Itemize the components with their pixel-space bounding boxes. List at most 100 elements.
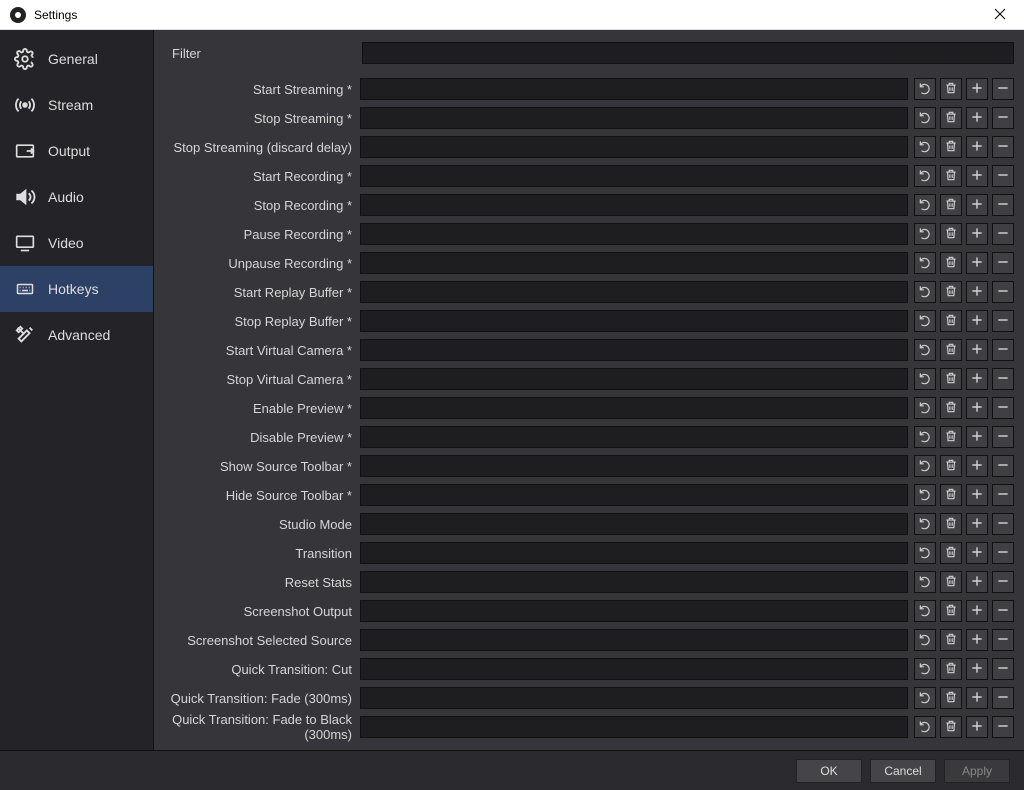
close-button[interactable]: [986, 3, 1014, 27]
clear-button[interactable]: [940, 310, 962, 332]
sidebar-item-audio[interactable]: Audio: [0, 174, 153, 220]
add-button[interactable]: [966, 600, 988, 622]
clear-button[interactable]: [940, 600, 962, 622]
remove-button[interactable]: [992, 455, 1014, 477]
clear-button[interactable]: [940, 629, 962, 651]
remove-button[interactable]: [992, 426, 1014, 448]
hotkey-input[interactable]: [360, 78, 908, 100]
remove-button[interactable]: [992, 600, 1014, 622]
add-button[interactable]: [966, 78, 988, 100]
add-button[interactable]: [966, 687, 988, 709]
ok-button[interactable]: OK: [796, 759, 862, 783]
clear-button[interactable]: [940, 107, 962, 129]
undo-button[interactable]: [914, 600, 936, 622]
clear-button[interactable]: [940, 397, 962, 419]
remove-button[interactable]: [992, 78, 1014, 100]
cancel-button[interactable]: Cancel: [870, 759, 936, 783]
remove-button[interactable]: [992, 513, 1014, 535]
add-button[interactable]: [966, 223, 988, 245]
hotkey-input[interactable]: [360, 194, 908, 216]
apply-button[interactable]: Apply: [944, 759, 1010, 783]
add-button[interactable]: [966, 368, 988, 390]
clear-button[interactable]: [940, 426, 962, 448]
remove-button[interactable]: [992, 310, 1014, 332]
add-button[interactable]: [966, 165, 988, 187]
hotkey-input[interactable]: [360, 484, 908, 506]
remove-button[interactable]: [992, 397, 1014, 419]
remove-button[interactable]: [992, 687, 1014, 709]
remove-button[interactable]: [992, 542, 1014, 564]
hotkey-input[interactable]: [360, 136, 908, 158]
hotkey-scroll-area[interactable]: Filter Start Streaming *Stop Streaming *…: [154, 30, 1024, 750]
undo-button[interactable]: [914, 716, 936, 738]
add-button[interactable]: [966, 542, 988, 564]
hotkey-input[interactable]: [360, 455, 908, 477]
hotkey-input[interactable]: [360, 165, 908, 187]
clear-button[interactable]: [940, 281, 962, 303]
hotkey-input[interactable]: [360, 252, 908, 274]
clear-button[interactable]: [940, 223, 962, 245]
clear-button[interactable]: [940, 339, 962, 361]
remove-button[interactable]: [992, 368, 1014, 390]
add-button[interactable]: [966, 310, 988, 332]
remove-button[interactable]: [992, 571, 1014, 593]
clear-button[interactable]: [940, 368, 962, 390]
hotkey-input[interactable]: [360, 658, 908, 680]
sidebar-item-stream[interactable]: Stream: [0, 82, 153, 128]
clear-button[interactable]: [940, 687, 962, 709]
sidebar-item-hotkeys[interactable]: Hotkeys: [0, 266, 153, 312]
clear-button[interactable]: [940, 716, 962, 738]
undo-button[interactable]: [914, 281, 936, 303]
hotkey-input[interactable]: [360, 339, 908, 361]
undo-button[interactable]: [914, 426, 936, 448]
undo-button[interactable]: [914, 339, 936, 361]
add-button[interactable]: [966, 252, 988, 274]
clear-button[interactable]: [940, 165, 962, 187]
add-button[interactable]: [966, 136, 988, 158]
undo-button[interactable]: [914, 252, 936, 274]
clear-button[interactable]: [940, 658, 962, 680]
add-button[interactable]: [966, 281, 988, 303]
hotkey-input[interactable]: [360, 281, 908, 303]
hotkey-input[interactable]: [360, 629, 908, 651]
add-button[interactable]: [966, 194, 988, 216]
sidebar-item-output[interactable]: Output: [0, 128, 153, 174]
undo-button[interactable]: [914, 484, 936, 506]
undo-button[interactable]: [914, 629, 936, 651]
sidebar-item-advanced[interactable]: Advanced: [0, 312, 153, 358]
undo-button[interactable]: [914, 223, 936, 245]
hotkey-input[interactable]: [360, 600, 908, 622]
clear-button[interactable]: [940, 513, 962, 535]
add-button[interactable]: [966, 455, 988, 477]
hotkey-input[interactable]: [360, 310, 908, 332]
hotkey-input[interactable]: [360, 513, 908, 535]
remove-button[interactable]: [992, 252, 1014, 274]
hotkey-input[interactable]: [360, 687, 908, 709]
undo-button[interactable]: [914, 107, 936, 129]
undo-button[interactable]: [914, 687, 936, 709]
clear-button[interactable]: [940, 455, 962, 477]
hotkey-input[interactable]: [360, 426, 908, 448]
undo-button[interactable]: [914, 194, 936, 216]
add-button[interactable]: [966, 629, 988, 651]
hotkey-input[interactable]: [360, 571, 908, 593]
undo-button[interactable]: [914, 571, 936, 593]
clear-button[interactable]: [940, 194, 962, 216]
remove-button[interactable]: [992, 716, 1014, 738]
clear-button[interactable]: [940, 78, 962, 100]
add-button[interactable]: [966, 397, 988, 419]
add-button[interactable]: [966, 571, 988, 593]
remove-button[interactable]: [992, 658, 1014, 680]
undo-button[interactable]: [914, 658, 936, 680]
clear-button[interactable]: [940, 542, 962, 564]
undo-button[interactable]: [914, 513, 936, 535]
undo-button[interactable]: [914, 310, 936, 332]
hotkey-input[interactable]: [360, 223, 908, 245]
remove-button[interactable]: [992, 484, 1014, 506]
undo-button[interactable]: [914, 397, 936, 419]
filter-input[interactable]: [362, 42, 1014, 64]
remove-button[interactable]: [992, 339, 1014, 361]
hotkey-input[interactable]: [360, 107, 908, 129]
add-button[interactable]: [966, 339, 988, 361]
remove-button[interactable]: [992, 107, 1014, 129]
